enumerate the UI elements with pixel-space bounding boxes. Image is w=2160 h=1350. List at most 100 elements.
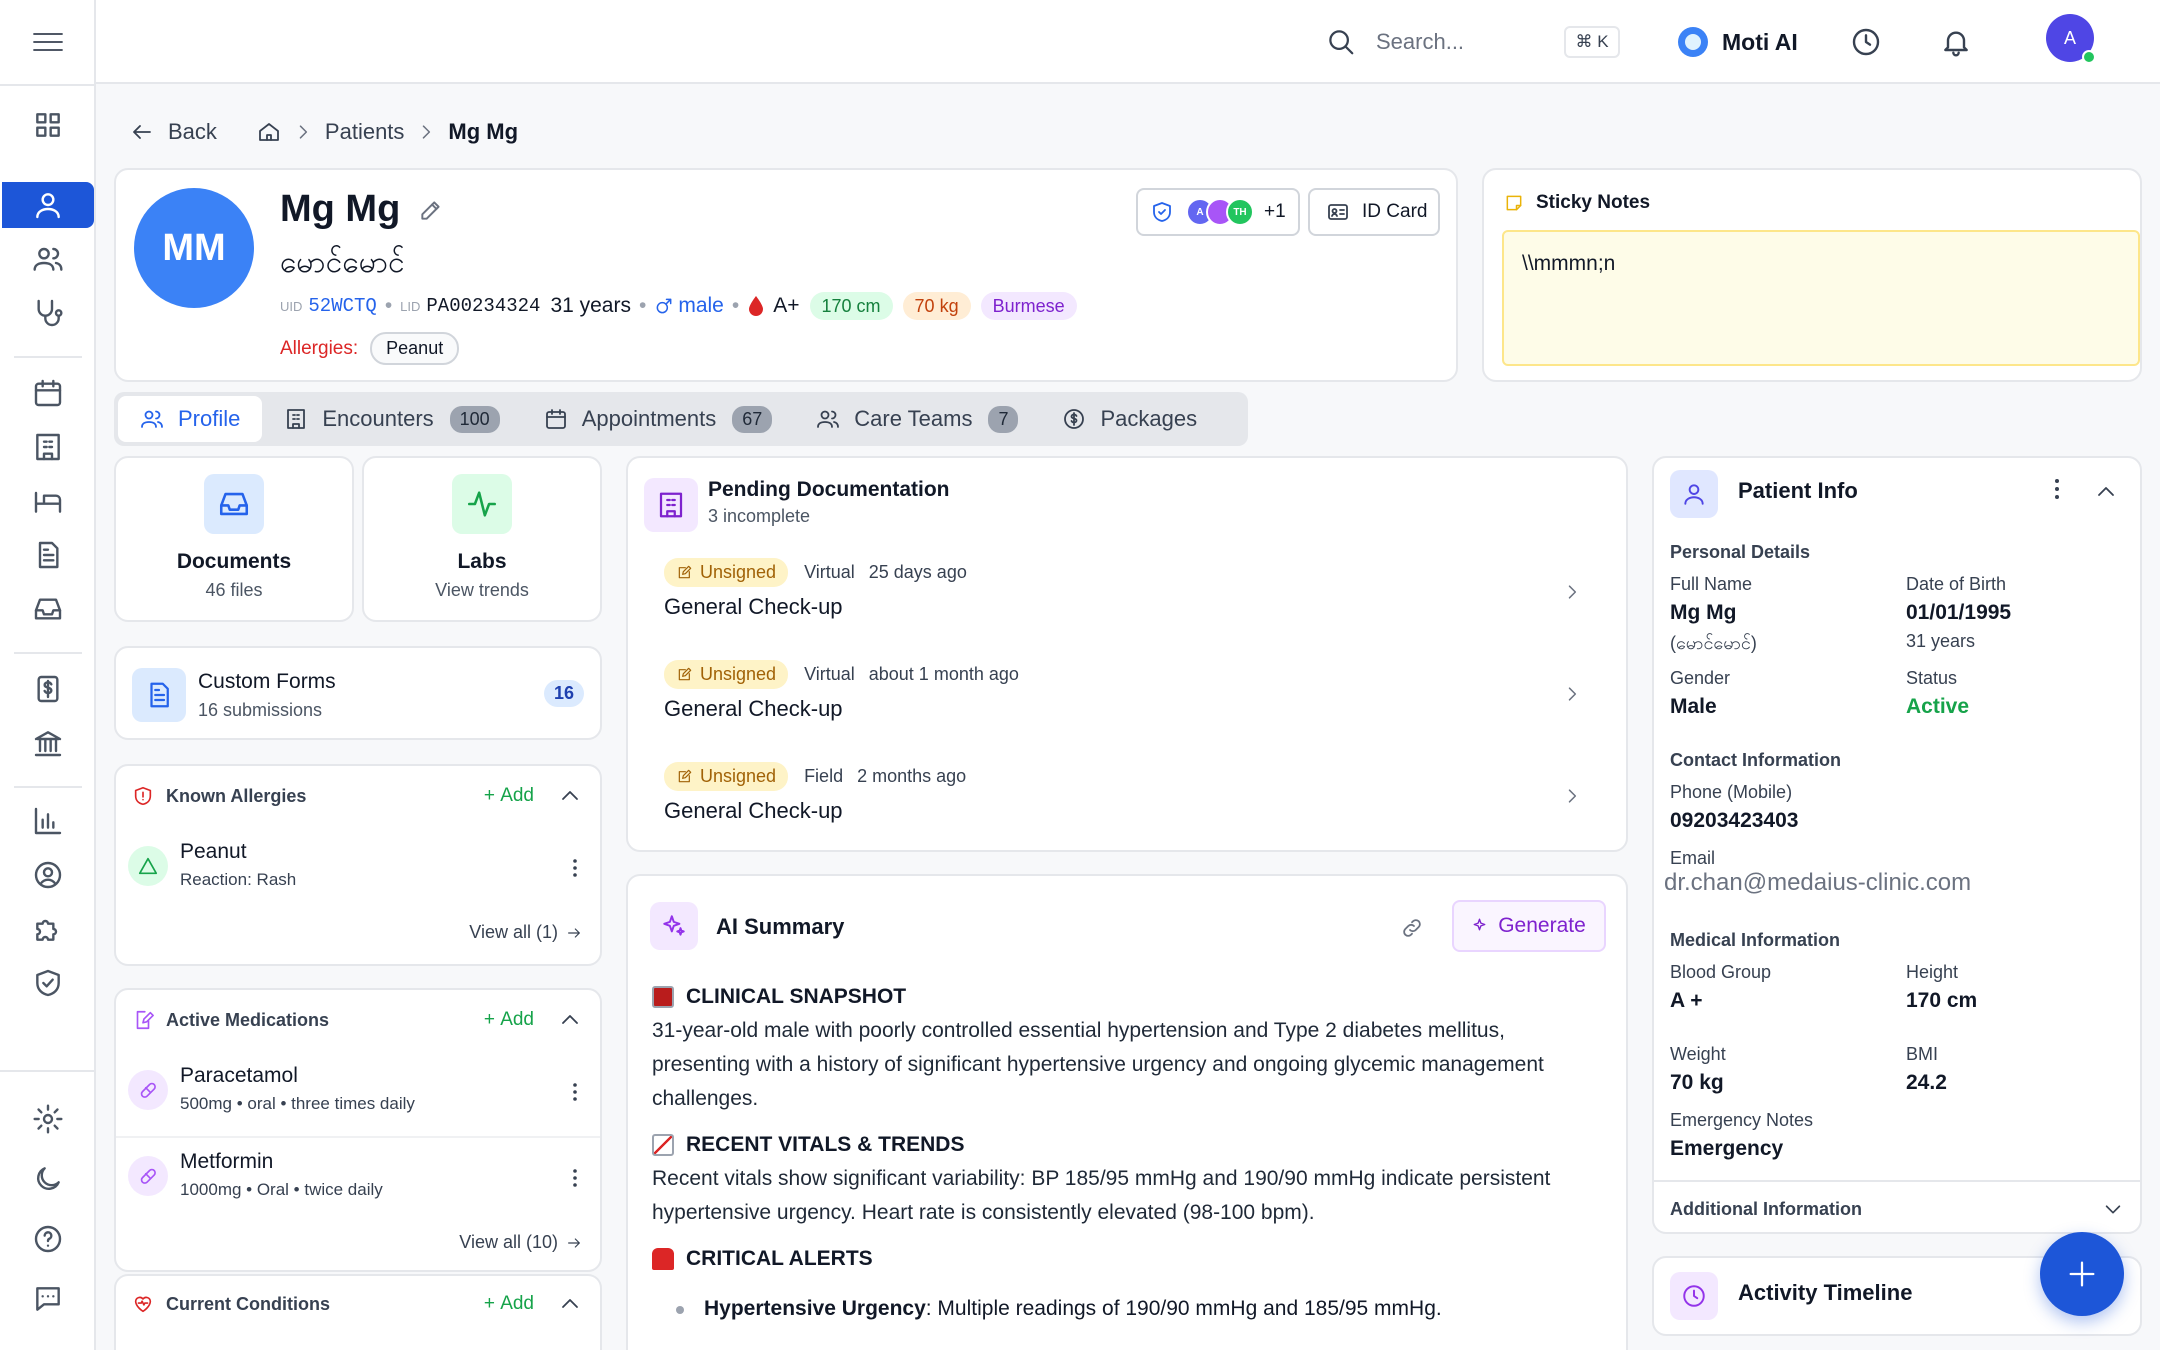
dashboard-icon[interactable] [0,102,96,148]
summary-heading: CLINICAL SNAPSHOT [652,980,1586,1014]
search-input[interactable]: Search... [1376,29,1464,55]
generate-button[interactable]: Generate [1452,900,1606,952]
bank-icon[interactable] [0,720,96,766]
doc-time: about 1 month ago [868,664,1019,684]
moon-icon[interactable] [0,1156,96,1202]
doc-status: Unsigned [700,664,777,684]
link-icon[interactable] [1400,916,1424,940]
view-all-label: View all (10) [459,1232,558,1252]
user-initial: A [2063,27,2076,48]
user-avatar[interactable]: A [2046,14,2096,64]
building-icon[interactable] [0,424,96,470]
more-vertical-icon[interactable] [572,858,578,878]
help-icon[interactable] [0,1216,96,1262]
more-vertical-icon[interactable] [572,1168,578,1188]
id-card-button[interactable]: ID Card [1308,188,1440,236]
current-conditions-card: Current Conditions + Add [114,1274,602,1350]
calendar-icon[interactable] [0,370,96,416]
patient-lid: PA00234324 [426,295,541,317]
chevron-up-icon[interactable] [558,784,582,808]
pending-documentation-title: Pending Documentation [708,478,950,501]
chat-icon[interactable] [0,1276,96,1322]
more-vertical-icon[interactable] [2054,478,2060,500]
chart-icon[interactable] [0,798,96,844]
patient-uid[interactable]: 52WCTQ [308,295,376,317]
custom-forms-card[interactable]: Custom Forms 16 submissions 16 [114,646,602,740]
sparkles-icon [650,902,698,950]
search-shortcut: ⌘ K [1564,26,1620,58]
list-item[interactable]: Paracetamol 500mg • oral • three times d… [116,1052,600,1136]
tab-encounters[interactable]: Encounters 100 [262,396,521,442]
breadcrumb-patients[interactable]: Patients [325,119,405,145]
billing-icon[interactable] [0,666,96,712]
field-value-local: (မောင်မောင်) [1670,633,1757,653]
tab-packages[interactable]: Packages [1040,396,1219,442]
sticky-note-text[interactable]: \\mmmn;n [1502,230,2140,366]
top-bar: Search... ⌘ K Moti AI A [96,0,2160,84]
field-value[interactable]: 09203423403 [1670,809,1798,833]
pill-icon [128,1156,168,1196]
field-label: Weight [1670,1044,1726,1064]
document-icon[interactable] [0,532,96,578]
unsigned-badge: Unsigned [664,660,789,689]
tab-care-teams[interactable]: Care Teams 7 [794,396,1040,442]
patient-name-local: မောင်မောင် [280,246,405,279]
labs-tile[interactable]: Labs View trends [362,456,602,622]
field-value[interactable]: dr.chan@medaius-clinic.com [1664,869,1971,897]
contact-info-heading: Contact Information [1670,750,1841,770]
siren-icon [652,1248,674,1270]
chevron-up-icon[interactable] [558,1292,582,1316]
field-label: Emergency Notes [1670,1110,1814,1130]
list-item[interactable]: Peanut Reaction: Rash [116,828,600,912]
care-team-button[interactable]: A TH +1 [1136,188,1300,236]
arrow-right-icon [568,1237,580,1248]
sidebar-divider [0,84,96,86]
medication-dosage: 1000mg • Oral • twice daily [180,1180,383,1199]
gender-field: Gender Male [1670,668,1730,719]
pending-doc-row[interactable]: Unsigned Virtual 25 days ago General Che… [628,548,1626,650]
doc-status: Unsigned [700,562,777,582]
patient-icon[interactable] [2,182,94,228]
activity-timeline-title: Activity Timeline [1738,1280,1913,1305]
chevron-right-icon [1568,789,1577,803]
add-allergy-button[interactable]: + Add [484,785,534,807]
field-value: 70 kg [1670,1071,1724,1094]
inbox-icon[interactable] [0,586,96,632]
chevron-up-icon[interactable] [2094,480,2118,504]
ai-summary-title: AI Summary [716,914,845,939]
settings-icon[interactable] [0,1096,96,1142]
puzzle-icon[interactable] [0,906,96,952]
tab-profile[interactable]: Profile [118,396,263,442]
pending-doc-row[interactable]: Unsigned Virtual about 1 month ago Gener… [628,650,1626,752]
tab-appointments[interactable]: Appointments 67 [522,396,795,442]
list-item[interactable]: Metformin 1000mg • Oral • twice daily [116,1136,600,1220]
more-vertical-icon[interactable] [572,1082,578,1102]
emergency-notes-field: Emergency Notes Emergency [1670,1110,1813,1161]
add-fab-button[interactable] [2040,1232,2124,1316]
field-value: Male [1670,695,1717,718]
documents-tile[interactable]: Documents 46 files [114,456,354,622]
search-box[interactable]: Search... [1326,0,1566,84]
additional-information-toggle[interactable]: Additional Information [1654,1180,2140,1236]
add-condition-button[interactable]: + Add [484,1293,534,1315]
view-all-medications-link[interactable]: View all (10) [459,1232,582,1253]
menu-icon[interactable] [28,26,68,58]
pending-doc-row[interactable]: Unsigned Field 2 months ago General Chec… [628,752,1626,854]
stethoscope-icon[interactable] [0,290,96,336]
back-button[interactable]: Back [130,119,217,145]
bell-icon [1944,31,1968,57]
shield-check-icon[interactable] [0,960,96,1006]
bed-icon[interactable] [0,478,96,524]
arrow-right-icon [568,927,580,938]
pill-icon [128,1070,168,1110]
users-icon[interactable] [0,236,96,282]
home-icon[interactable] [257,120,281,144]
moti-ai-button[interactable]: Moti AI [1678,0,1798,84]
notifications-button[interactable] [1940,0,1972,84]
user-circle-icon[interactable] [0,852,96,898]
edit-icon[interactable] [418,197,444,223]
add-medication-button[interactable]: + Add [484,1009,534,1031]
history-button[interactable] [1850,0,1882,84]
chevron-up-icon[interactable] [558,1008,582,1032]
view-all-allergies-link[interactable]: View all (1) [469,922,582,943]
